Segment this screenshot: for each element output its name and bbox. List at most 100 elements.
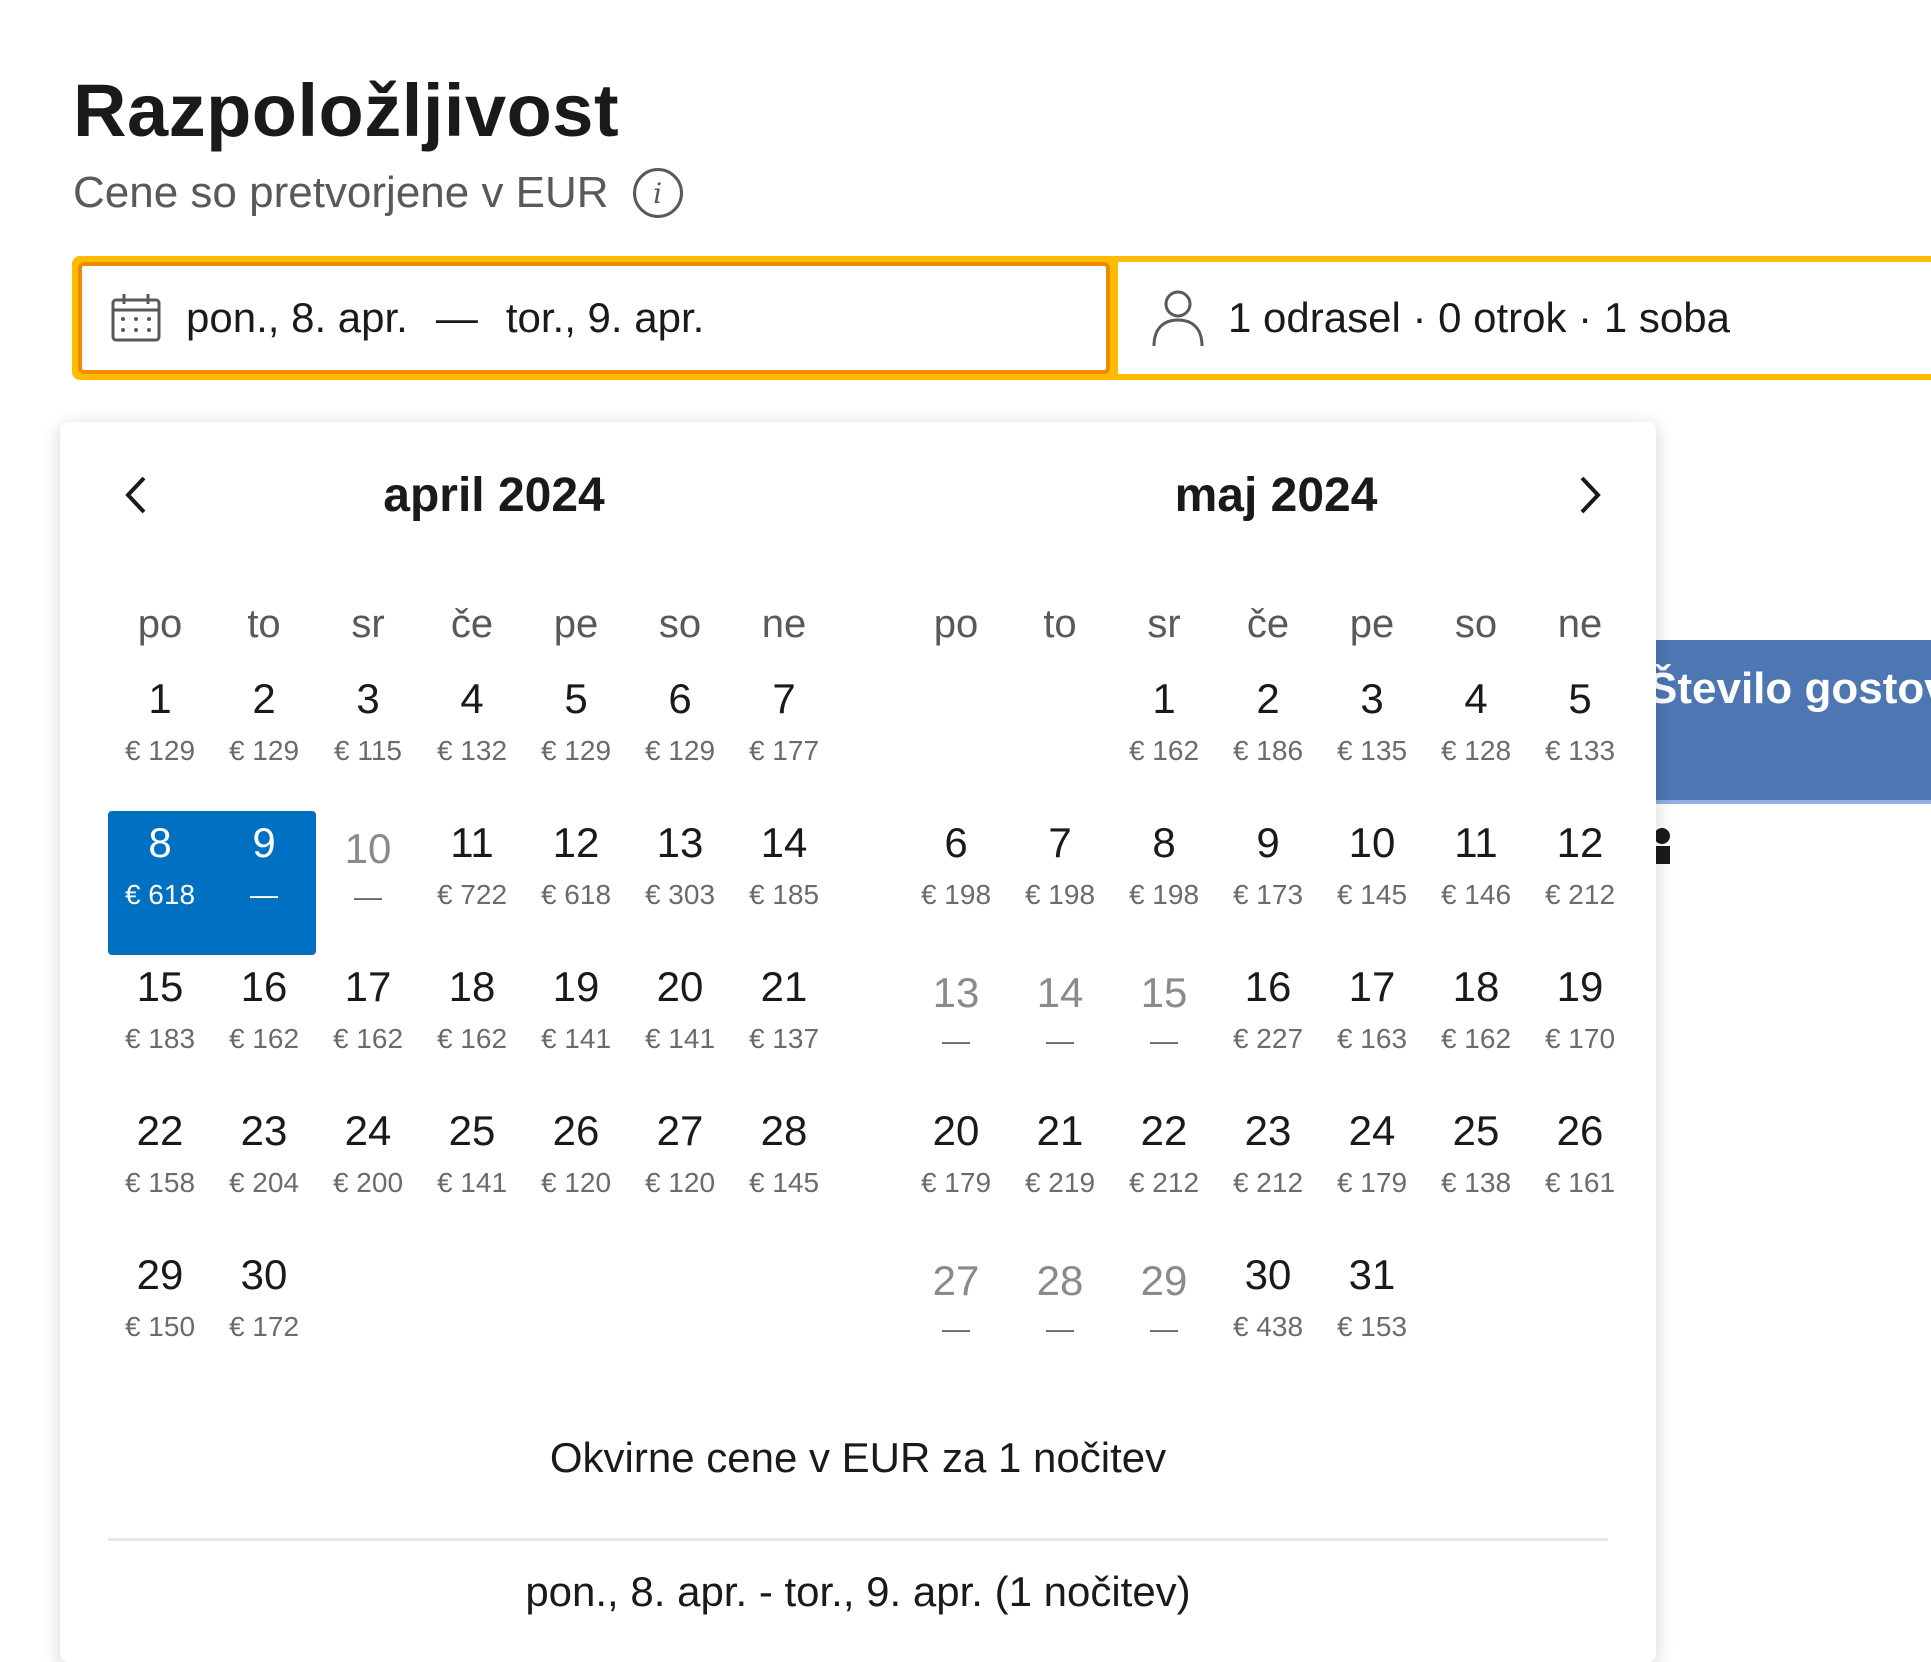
calendar-day[interactable]: 13 € 303 <box>628 811 732 955</box>
day-number: 23 <box>240 1107 288 1154</box>
person-icon <box>1152 290 1204 347</box>
calendar-day[interactable]: 3 € 115 <box>316 667 420 811</box>
day-number: 17 <box>1348 963 1396 1010</box>
calendar-day[interactable]: 11 € 722 <box>420 811 524 955</box>
day-number: 22 <box>136 1107 184 1154</box>
calendar-day[interactable]: 4 € 132 <box>420 667 524 811</box>
day-number: 22 <box>1140 1107 1188 1154</box>
calendar-day[interactable]: 11 € 146 <box>1424 811 1528 955</box>
calendar-day[interactable]: 3 € 135 <box>1320 667 1424 811</box>
calendar-day[interactable]: 12 € 212 <box>1528 811 1632 955</box>
calendar-day[interactable]: 25 € 138 <box>1424 1099 1528 1243</box>
calendar-day[interactable]: 8 € 618 <box>108 811 212 955</box>
weekday-label: ne <box>1557 602 1603 646</box>
day-price: € 170 <box>1544 1023 1616 1054</box>
calendar-day[interactable]: 2 € 129 <box>212 667 316 811</box>
calendar-day[interactable]: 31 € 153 <box>1320 1243 1424 1387</box>
day-price: € 227 <box>1232 1023 1304 1054</box>
calendar-day[interactable]: 17 € 162 <box>316 955 420 1099</box>
calendar-day[interactable]: 7 € 198 <box>1008 811 1112 955</box>
calendar-day[interactable]: 6 € 129 <box>628 667 732 811</box>
checkout-date: tor., 9. apr. <box>505 294 705 341</box>
month-grid-april: 1 € 129 2 € 129 3 € 115 4 € 132 5 € 129 6 € 129 7 € 1… <box>108 667 836 1387</box>
calendar-day[interactable]: 17 € 163 <box>1320 955 1424 1099</box>
day-number: 7 <box>1048 819 1072 866</box>
calendar-day[interactable]: 9 € 173 <box>1216 811 1320 955</box>
calendar-day[interactable]: 2 € 186 <box>1216 667 1320 811</box>
day-number: 19 <box>552 963 600 1010</box>
day-price: € 141 <box>436 1167 508 1198</box>
calendar-day[interactable]: 22 € 212 <box>1112 1099 1216 1243</box>
day-price: € 162 <box>1440 1023 1512 1054</box>
calendar-day[interactable]: 24 € 179 <box>1320 1099 1424 1243</box>
calendar-day[interactable]: 22 € 158 <box>108 1099 212 1243</box>
checkin-date: pon., 8. apr. <box>186 294 408 341</box>
calendar-day[interactable]: 20 € 179 <box>904 1099 1008 1243</box>
calendar-day[interactable]: 9— <box>212 811 316 955</box>
price-note: Cene so pretvorjene v EUR i <box>73 168 683 218</box>
calendar-day[interactable]: 10 € 145 <box>1320 811 1424 955</box>
calendar-day[interactable]: 25 € 141 <box>420 1099 524 1243</box>
calendar-day[interactable]: 12 € 618 <box>524 811 628 955</box>
guests-field[interactable]: 1 odrasel · 0 otrok · 1 soba <box>1118 262 1931 374</box>
calendar-day[interactable]: 15 € 183 <box>108 955 212 1099</box>
weekday-label: to <box>247 602 281 646</box>
day-price: — <box>1046 1025 1074 1056</box>
calendar-day[interactable]: 19 € 141 <box>524 955 628 1099</box>
calendar-day[interactable]: 16 € 227 <box>1216 955 1320 1099</box>
calendar-day[interactable]: 5 € 129 <box>524 667 628 811</box>
calendar-day[interactable]: 18 € 162 <box>1424 955 1528 1099</box>
day-price: — <box>942 1025 970 1056</box>
day-price: € 179 <box>1336 1167 1408 1198</box>
day-number: 6 <box>668 675 692 722</box>
calendar-day[interactable]: 18 € 162 <box>420 955 524 1099</box>
calendar-day[interactable]: 16 € 162 <box>212 955 316 1099</box>
day-price: € 618 <box>540 879 612 910</box>
calendar-day[interactable]: 26 € 161 <box>1528 1099 1632 1243</box>
calendar-day[interactable]: 5 € 133 <box>1528 667 1632 811</box>
day-number: 16 <box>1244 963 1292 1010</box>
day-price: € 200 <box>332 1167 404 1198</box>
calendar-day[interactable]: 21 € 219 <box>1008 1099 1112 1243</box>
calendar-day[interactable]: 27 € 120 <box>628 1099 732 1243</box>
calendar-day[interactable]: 1 € 129 <box>108 667 212 811</box>
calendar-day[interactable]: 21 € 137 <box>732 955 836 1099</box>
day-price: € 163 <box>1336 1023 1408 1054</box>
day-number: 30 <box>1244 1251 1292 1298</box>
date-picker-popup: april 2024 maj 2024 po to sr če pe so ne po to s… <box>60 422 1656 1662</box>
weekday-label: ne <box>761 602 807 646</box>
date-range-field[interactable]: pon., 8. apr. — tor., 9. apr. <box>78 262 1110 374</box>
day-number: 3 <box>356 675 380 722</box>
calendar-day[interactable]: 19 € 170 <box>1528 955 1632 1099</box>
calendar-day: 15 — <box>1112 955 1216 1099</box>
day-number: 4 <box>460 675 484 722</box>
calendar-day[interactable]: 24 € 200 <box>316 1099 420 1243</box>
calendar-day[interactable]: 28 € 145 <box>732 1099 836 1243</box>
day-price: € 128 <box>1440 735 1512 766</box>
calendar-day[interactable]: 30 € 438 <box>1216 1243 1320 1387</box>
day-number: 30 <box>240 1251 288 1298</box>
calendar-day[interactable]: 14 € 185 <box>732 811 836 955</box>
calendar-day[interactable]: 29 € 150 <box>108 1243 212 1387</box>
calendar-day[interactable]: 23 € 204 <box>212 1099 316 1243</box>
day-number: 24 <box>344 1107 392 1154</box>
day-price: € 618 <box>124 879 196 910</box>
calendar-day[interactable]: 20 € 141 <box>628 955 732 1099</box>
calendar-day[interactable]: 6 € 198 <box>904 811 1008 955</box>
calendar-icon <box>111 294 161 342</box>
info-icon[interactable]: i <box>632 168 683 218</box>
calendar-day[interactable]: 7 € 177 <box>732 667 836 811</box>
calendar-day[interactable]: 1 € 162 <box>1112 667 1216 811</box>
day-number: 26 <box>1556 1107 1604 1154</box>
guest-count-panel[interactable]: Število gostov <box>1640 640 1931 804</box>
calendar-day[interactable]: 4 € 128 <box>1424 667 1528 811</box>
calendar-day[interactable]: 23 € 212 <box>1216 1099 1320 1243</box>
calendar-day[interactable]: 26 € 120 <box>524 1099 628 1243</box>
day-number: 23 <box>1244 1107 1292 1154</box>
day-price: € 162 <box>436 1023 508 1054</box>
day-number: 15 <box>136 963 184 1010</box>
guests-summary: 1 odrasel · 0 otrok · 1 soba <box>1228 294 1730 341</box>
calendar-day[interactable]: 30 € 172 <box>212 1243 316 1387</box>
calendar-day[interactable]: 8 € 198 <box>1112 811 1216 955</box>
day-number: 14 <box>760 819 808 866</box>
